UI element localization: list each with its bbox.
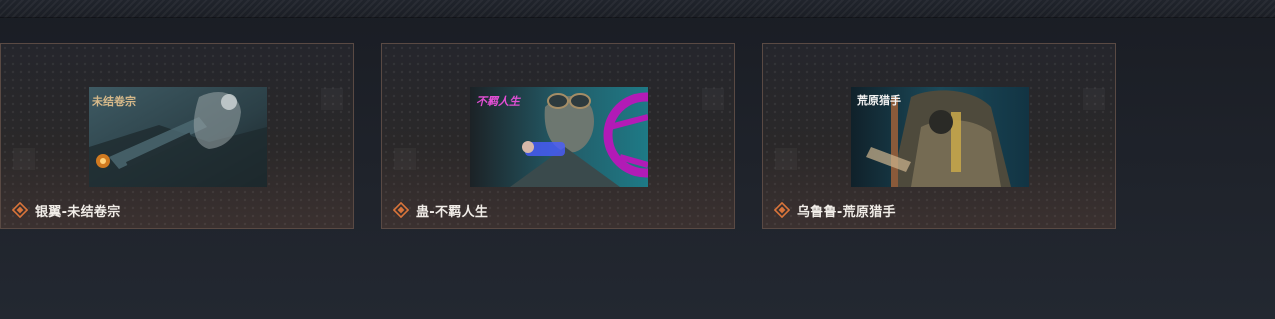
thumb-logo-text: 不羁人生: [476, 95, 520, 108]
card-title: 银翼-未结卷宗: [35, 204, 121, 220]
card-decoration: [702, 88, 724, 110]
card-decoration: [321, 88, 343, 110]
card-title: 乌鲁鲁-荒原猎手: [797, 204, 896, 220]
skin-gallery: 未结卷宗 银翼-未结卷宗 不羁人生 蛊-不羁人生 荒原猎手 乌鲁鲁-荒原猎手: [0, 0, 1275, 319]
diamond-icon: [393, 202, 409, 218]
card-decoration: [775, 148, 797, 170]
skin-thumbnail[interactable]: 不羁人生: [470, 87, 648, 187]
diamond-icon: [774, 202, 790, 218]
skin-card-silverwing[interactable]: 未结卷宗 银翼-未结卷宗: [0, 43, 354, 229]
diamond-icon: [12, 202, 28, 218]
skin-card-gu[interactable]: 不羁人生 蛊-不羁人生: [381, 43, 735, 229]
card-decoration: [394, 148, 416, 170]
skin-card-uluru[interactable]: 荒原猎手 乌鲁鲁-荒原猎手: [762, 43, 1116, 229]
card-decoration: [13, 148, 35, 170]
top-stripe-divider: [0, 0, 1275, 18]
card-caption: 乌鲁鲁-荒原猎手: [774, 201, 896, 220]
card-decoration: [1083, 88, 1105, 110]
thumb-logo-text: 荒原猎手: [857, 94, 901, 107]
card-caption: 银翼-未结卷宗: [12, 201, 121, 220]
card-caption: 蛊-不羁人生: [393, 201, 489, 220]
skin-thumbnail[interactable]: 未结卷宗: [89, 87, 267, 187]
skin-thumbnail[interactable]: 荒原猎手: [851, 87, 1029, 187]
thumb-logo-text: 未结卷宗: [92, 95, 136, 108]
card-title: 蛊-不羁人生: [416, 204, 489, 220]
